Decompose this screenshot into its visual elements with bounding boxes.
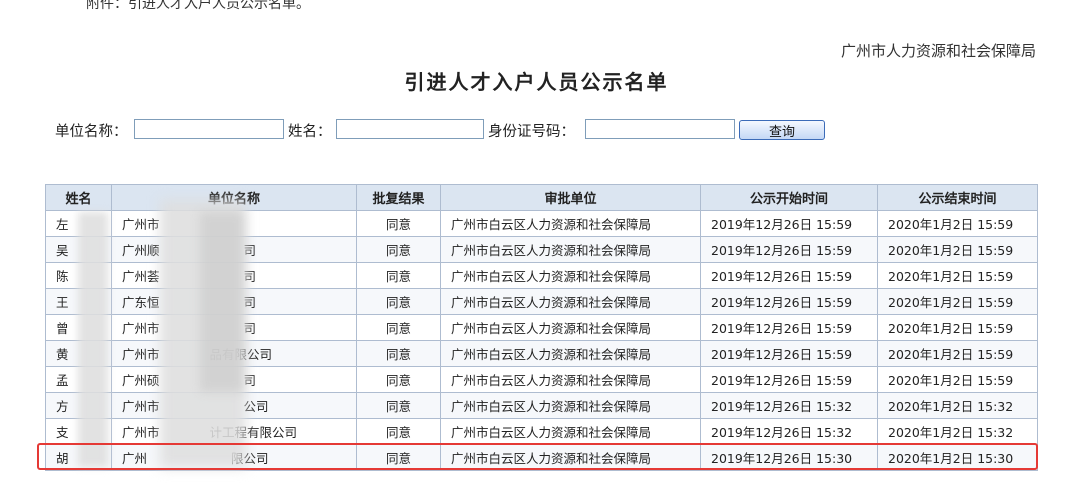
unit-name-input[interactable]: [134, 119, 284, 139]
cell-unit-visible-start: 广州市: [122, 425, 160, 440]
cell-unit-visible-start: 广州市: [122, 217, 160, 232]
attachment-note: 附件：引进人才入户人员公示名单。: [86, 0, 310, 12]
cell-result: 同意: [356, 444, 441, 471]
cell-dept: 广州市白云区人力资源和社会保障局: [440, 314, 701, 341]
cell-start: 2019年12月26日 15:59: [700, 262, 878, 289]
cell-dept: 广州市白云区人力资源和社会保障局: [440, 210, 701, 237]
cell-unit-visible-start: 广州市: [122, 347, 160, 362]
cell-start: 2019年12月26日 15:59: [700, 288, 878, 315]
cell-unit-visible-start: 广州荟: [122, 269, 160, 284]
cell-unit-visible-start: 广州顺: [122, 243, 160, 258]
cell-result: 同意: [356, 210, 441, 237]
cell-result: 同意: [356, 392, 441, 419]
cell-unit-visible-start: 广州: [122, 451, 148, 466]
issuer-name: 广州市人力资源和社会保障局: [840, 42, 1036, 60]
column-header-name: 姓名: [45, 184, 112, 211]
cell-dept: 广州市白云区人力资源和社会保障局: [440, 444, 701, 471]
id-number-input[interactable]: [585, 119, 735, 139]
cell-end: 2020年1月2日 15:59: [877, 210, 1038, 237]
cell-result: 同意: [356, 262, 441, 289]
cell-result: 同意: [356, 340, 441, 367]
cell-end: 2020年1月2日 15:59: [877, 340, 1038, 367]
cell-end: 2020年1月2日 15:32: [877, 418, 1038, 445]
cell-dept: 广州市白云区人力资源和社会保障局: [440, 340, 701, 367]
cell-result: 同意: [356, 236, 441, 263]
privacy-blur-name: [78, 212, 108, 467]
person-name-label: 姓名：: [288, 124, 332, 140]
column-header-result: 批复结果: [356, 184, 441, 211]
privacy-blur-unit-right: [200, 212, 244, 392]
cell-result: 同意: [356, 418, 441, 445]
unit-name-label: 单位名称：: [55, 124, 128, 140]
cell-end: 2020年1月2日 15:59: [877, 366, 1038, 393]
cell-start: 2019年12月26日 15:59: [700, 314, 878, 341]
cell-dept: 广州市白云区人力资源和社会保障局: [440, 392, 701, 419]
page-title: 引进人才入户人员公示名单: [404, 70, 669, 94]
query-button[interactable]: 查询: [739, 120, 825, 140]
column-header-dept: 审批单位: [440, 184, 701, 211]
cell-dept: 广州市白云区人力资源和社会保障局: [440, 262, 701, 289]
cell-unit-visible-start: 广州市: [122, 399, 160, 414]
cell-end: 2020年1月2日 15:59: [877, 314, 1038, 341]
cell-dept: 广州市白云区人力资源和社会保障局: [440, 418, 701, 445]
cell-start: 2019年12月26日 15:30: [700, 444, 878, 471]
cell-result: 同意: [356, 288, 441, 315]
cell-dept: 广州市白云区人力资源和社会保障局: [440, 366, 701, 393]
cell-start: 2019年12月26日 15:59: [700, 366, 878, 393]
cell-end: 2020年1月2日 15:59: [877, 236, 1038, 263]
cell-end: 2020年1月2日 15:32: [877, 392, 1038, 419]
id-number-label: 身份证号码：: [488, 124, 575, 140]
cell-unit-visible-end: 公司: [243, 399, 269, 414]
cell-start: 2019年12月26日 15:59: [700, 340, 878, 367]
cell-unit-visible-start: 广州市: [122, 321, 160, 336]
cell-unit-visible-start: 广州硕: [122, 373, 160, 388]
column-header-start: 公示开始时间: [700, 184, 878, 211]
cell-dept: 广州市白云区人力资源和社会保障局: [440, 288, 701, 315]
cell-start: 2019年12月26日 15:59: [700, 236, 878, 263]
person-name-input[interactable]: [336, 119, 484, 139]
cell-end: 2020年1月2日 15:59: [877, 262, 1038, 289]
cell-start: 2019年12月26日 15:59: [700, 210, 878, 237]
column-header-end: 公示结束时间: [877, 184, 1038, 211]
cell-result: 同意: [356, 366, 441, 393]
cell-start: 2019年12月26日 15:32: [700, 392, 878, 419]
cell-end: 2020年1月2日 15:30: [877, 444, 1038, 471]
cell-dept: 广州市白云区人力资源和社会保障局: [440, 236, 701, 263]
cell-unit-visible-start: 广东恒: [122, 295, 160, 310]
cell-result: 同意: [356, 314, 441, 341]
cell-end: 2020年1月2日 15:59: [877, 288, 1038, 315]
cell-start: 2019年12月26日 15:32: [700, 418, 878, 445]
